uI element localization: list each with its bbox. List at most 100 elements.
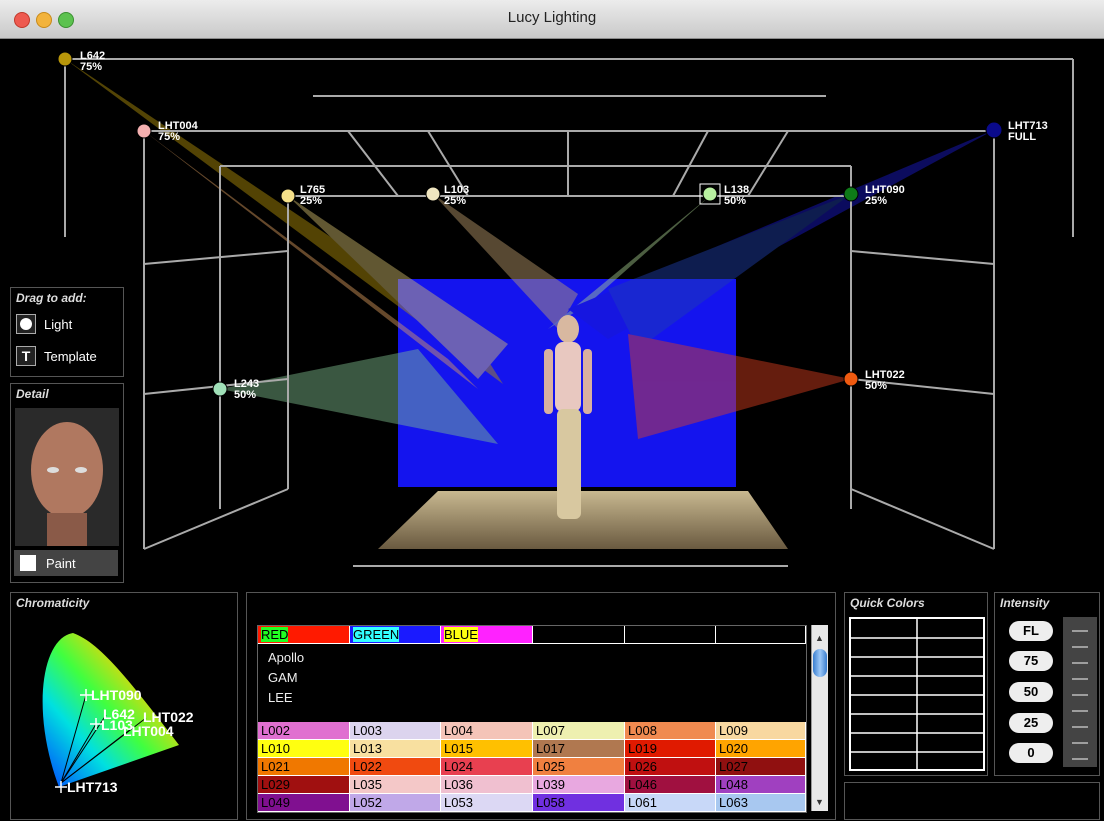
lamp-level: 50% [234, 389, 257, 401]
gel-swatch[interactable]: L003 [350, 722, 441, 740]
add-template-label: Template [44, 348, 97, 364]
gel-swatch[interactable]: L025 [533, 758, 625, 776]
gel-header-magenta[interactable]: MAGENTA [625, 626, 716, 644]
lamp-level: 75% [158, 131, 181, 143]
gel-swatch[interactable]: L010 [258, 740, 350, 758]
quick-colors-panel: Quick Colors [844, 592, 988, 776]
manufacturer-item[interactable]: LEE [268, 690, 293, 705]
gel-swatch[interactable]: L008 [625, 722, 716, 740]
gel-swatch[interactable]: L024 [441, 758, 533, 776]
gel-header-green[interactable]: GREEN [350, 626, 441, 644]
gel-header-blue[interactable]: BLUE [441, 626, 533, 644]
gel-swatch[interactable]: L017 [533, 740, 625, 758]
chromaticity-panel: Chromaticity LHT090 L642 LHT022 L103 LHT… [10, 592, 238, 820]
gel-swatch[interactable]: L007 [533, 722, 625, 740]
drag-to-add-panel: Drag to add: Light T Template [10, 287, 124, 377]
gel-swatch[interactable]: L021 [258, 758, 350, 776]
gel-swatch[interactable]: L029 [258, 776, 350, 794]
intensity-full-button[interactable]: FL [1009, 621, 1053, 641]
gel-swatch[interactable]: L046 [625, 776, 716, 794]
intensity-25-button[interactable]: 25 [1009, 713, 1053, 733]
intensity-panel: Intensity FL 75 50 25 0 [994, 592, 1100, 776]
intensity-slider[interactable] [1063, 617, 1097, 767]
gel-table[interactable]: RED GREEN BLUE CYAN MAGENTA YELLOW Apoll… [257, 625, 807, 813]
lamp-label-lht090[interactable]: LHT090 25% [865, 185, 905, 207]
gel-swatch[interactable]: L048 [716, 776, 806, 794]
gel-header-label: RED [261, 627, 289, 642]
lamp-level: 75% [80, 61, 103, 73]
manufacturer-item[interactable]: Apollo [268, 650, 304, 665]
gel-swatch[interactable]: L019 [625, 740, 716, 758]
lamp-label-lht713[interactable]: LHT713 FULL [1008, 121, 1048, 143]
chroma-label: LHT004 [123, 723, 174, 739]
lamp-label-l138[interactable]: L138 50% [724, 185, 749, 207]
manufacturer-item[interactable]: GAM [268, 670, 298, 685]
gel-swatch[interactable]: L027 [716, 758, 806, 776]
lamp-label-l642[interactable]: L642 75% [80, 51, 105, 73]
lamp-level: 25% [865, 195, 888, 207]
gel-swatch[interactable]: L049 [258, 794, 350, 812]
chroma-label: LHT713 [67, 779, 118, 795]
scroll-down-icon[interactable]: ▼ [815, 797, 824, 807]
quick-colors-grid[interactable] [849, 617, 985, 771]
window-title: Lucy Lighting [507, 9, 597, 26]
intensity-0-button[interactable]: 0 [1009, 743, 1053, 763]
gel-swatch[interactable]: L039 [533, 776, 625, 794]
gel-swatch[interactable]: L053 [441, 794, 533, 812]
gel-header-red[interactable]: RED [258, 626, 350, 644]
lamp-level: 25% [300, 195, 323, 207]
gel-swatch[interactable]: L004 [441, 722, 533, 740]
gel-header-label: MAGENTA [628, 627, 692, 642]
paint-label: Paint [46, 555, 76, 571]
gel-header-label: GREEN [353, 627, 400, 642]
paint-tool[interactable]: Paint [14, 550, 118, 576]
gel-swatch[interactable]: L022 [350, 758, 441, 776]
lamp-level: 50% [724, 195, 747, 207]
gel-list-scrollbar[interactable]: ▲ ▼ [811, 625, 828, 811]
lamp-label-l103[interactable]: L103 25% [444, 185, 469, 207]
gel-swatch[interactable]: L036 [441, 776, 533, 794]
status-box [844, 782, 1100, 820]
gel-header-label: CYAN [536, 627, 572, 642]
light-icon [16, 314, 36, 334]
chromaticity-diagram[interactable]: LHT090 L642 LHT022 L103 LHT004 LHT713 [11, 593, 237, 819]
gel-swatch[interactable]: L020 [716, 740, 806, 758]
gel-swatch[interactable]: L002 [258, 722, 350, 740]
add-light-label: Light [44, 316, 73, 332]
gel-header-label: BLUE [444, 627, 478, 642]
intensity-50-button[interactable]: 50 [1009, 682, 1053, 702]
gel-swatch[interactable]: L015 [441, 740, 533, 758]
chroma-label: LHT090 [91, 687, 142, 703]
scroll-up-icon[interactable]: ▲ [815, 633, 824, 643]
stage-floor [378, 491, 788, 549]
gel-swatch[interactable]: L013 [350, 740, 441, 758]
title-bar: Lucy Lighting [0, 0, 1104, 39]
scrollbar-thumb[interactable] [813, 649, 827, 677]
gel-header-label: YELLOW [719, 627, 774, 642]
stage-viewport[interactable]: L642 75% LHT004 75% L765 25% L103 25% L138 50… [8, 39, 1098, 589]
lamp-label-l243[interactable]: L243 50% [234, 379, 259, 401]
gel-swatch[interactable]: L009 [716, 722, 806, 740]
face-preview[interactable] [15, 408, 119, 546]
gel-swatch[interactable]: L052 [350, 794, 441, 812]
lamp-label-l765[interactable]: L765 25% [300, 185, 325, 207]
gel-header-yellow[interactable]: YELLOW [716, 626, 806, 644]
gel-library-panel: RED GREEN BLUE CYAN MAGENTA YELLOW Apoll… [246, 592, 836, 820]
lamp-label-lht022[interactable]: LHT022 50% [865, 370, 905, 392]
lamp-level: FULL [1008, 131, 1037, 143]
intensity-75-button[interactable]: 75 [1009, 651, 1053, 671]
quick-colors-title: Quick Colors [850, 596, 925, 610]
detail-panel: Detail Paint [10, 383, 124, 583]
gel-swatch[interactable]: L035 [350, 776, 441, 794]
gel-swatch[interactable]: L063 [716, 794, 806, 812]
gel-swatch[interactable]: L026 [625, 758, 716, 776]
gel-header-cyan[interactable]: CYAN [533, 626, 625, 644]
lamp-level: 50% [865, 380, 888, 392]
lamp-label-lht004[interactable]: LHT004 75% [158, 121, 198, 143]
lamp-level: 25% [444, 195, 467, 207]
gel-swatch[interactable]: L061 [625, 794, 716, 812]
gel-swatch[interactable]: L058 [533, 794, 625, 812]
intensity-title: Intensity [1000, 596, 1050, 610]
add-template-tool[interactable]: T Template [16, 344, 97, 368]
add-light-tool[interactable]: Light [16, 312, 72, 336]
